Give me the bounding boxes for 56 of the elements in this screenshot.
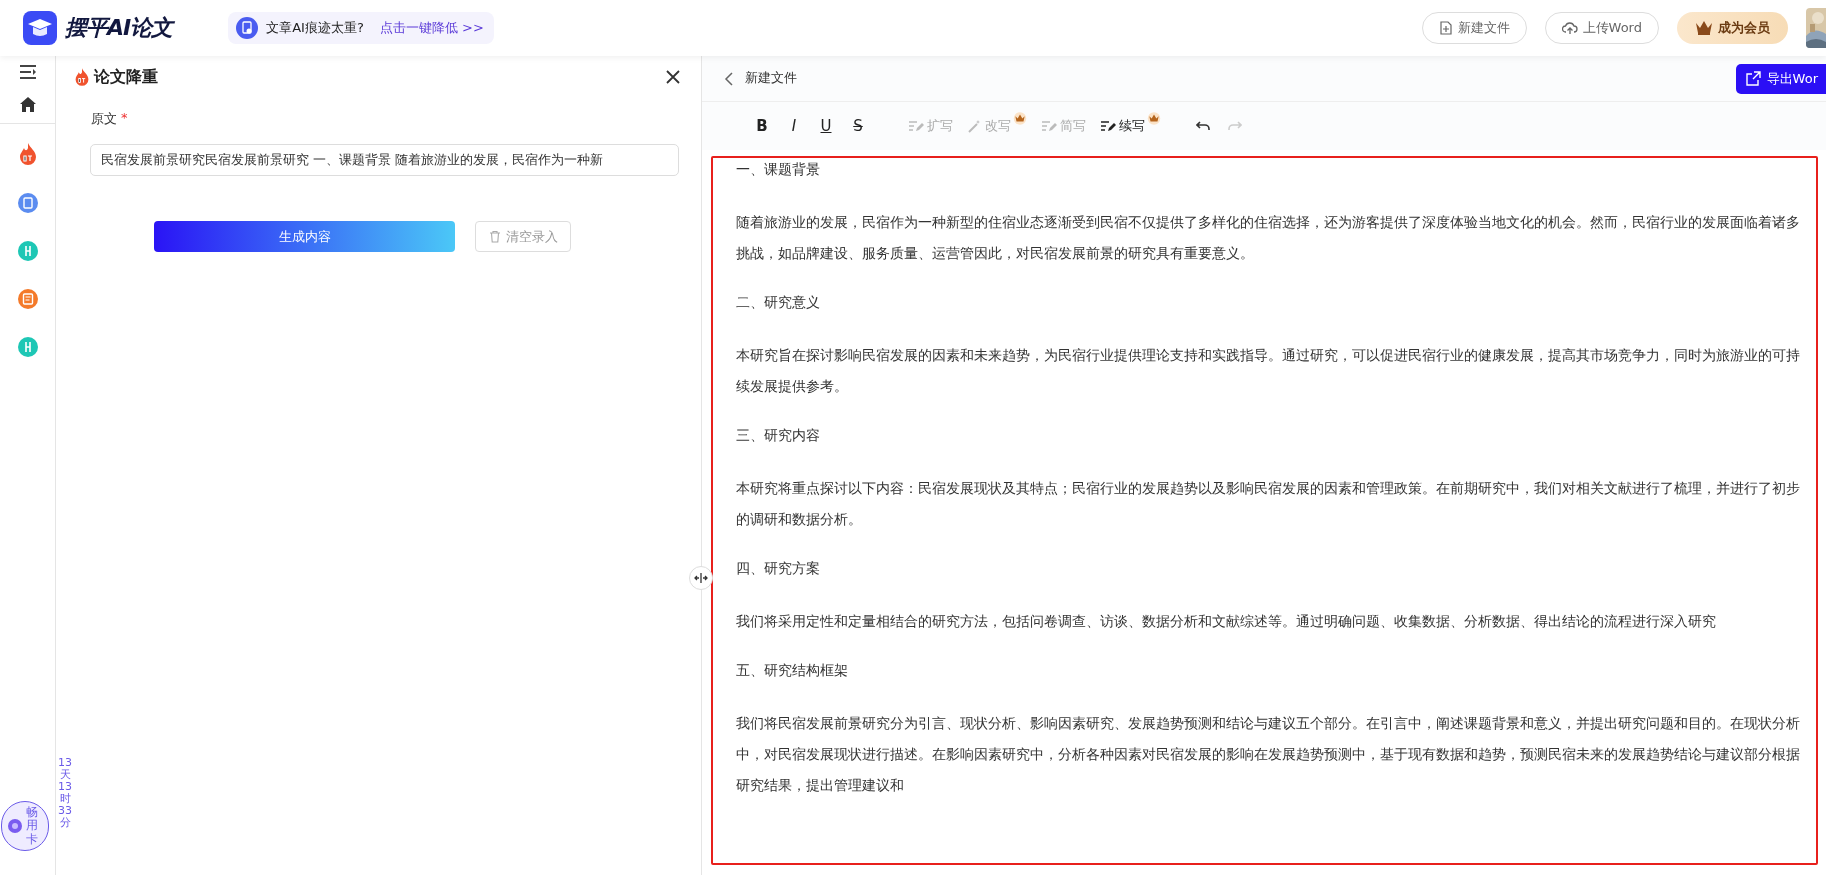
panel-title: 论文降重 [94, 66, 158, 88]
document-area[interactable] [711, 156, 1818, 865]
field-label: 原文 [91, 110, 117, 128]
fire-icon [74, 67, 90, 87]
export-icon [1745, 71, 1761, 86]
crown-icon [1695, 20, 1713, 36]
input-field[interactable]: 民宿发展前景研究民宿发展前景研究 一、课题背景 随着旅游业的发展，民宿作为一种新 [90, 144, 679, 176]
section-heading: 一、课题背景 [736, 160, 821, 179]
countdown-text: 13天13时33分 [58, 757, 72, 830]
undo-icon [1196, 121, 1210, 131]
paragraph: 我们将采用定性和定量相结合的研究方法，包括问卷调查、访谈、数据分析和文献综述等。通过明确问题、收集数据、分析数据、得出结论的流程进行深入研究 [736, 612, 1717, 631]
italic-button[interactable]: I [778, 117, 810, 135]
file-name: 新建文件 [745, 70, 797, 87]
report-icon[interactable] [16, 288, 39, 310]
paragraph: 本研究旨在探讨影响民宿发展的因素和未来趋势，为民宿行业提供理论支持和实践指导。通过研究，可以促进民宿行业的健康发展，提高其市场竞争力，同时为旅游业的可持续发展提供参考。 [736, 346, 1801, 396]
section-heading: 四、研究方案 [736, 559, 821, 578]
continue-writing-button[interactable]: 续写 [1100, 117, 1145, 135]
close-icon[interactable] [666, 70, 680, 84]
strike-button[interactable]: S [842, 117, 874, 135]
logo-icon [23, 11, 57, 45]
back-icon[interactable] [724, 71, 733, 86]
export-button[interactable]: 导出Wor [1735, 63, 1826, 94]
add-file-icon [1438, 21, 1453, 35]
paragraph: 本研究将重点探讨以下内容：民宿发展现状及其特点；民宿行业的发展趋势以及影响民宿发展的因素和管理政策。在前期研究中，我们对相关文献进行了梳理，并进行了初步的调研和数据分析。 [736, 479, 1801, 529]
resize-handle[interactable] [689, 566, 713, 590]
required-mark: * [121, 110, 128, 127]
redo-icon [1228, 121, 1242, 131]
home-icon[interactable] [18, 96, 37, 113]
promo-text: 文章AI痕迹太重? [266, 19, 364, 37]
document-icon [236, 17, 259, 39]
promo-link[interactable]: 点击一键降低 >> [379, 19, 484, 37]
badge-icon [8, 819, 22, 833]
underline-button[interactable]: U [810, 117, 842, 135]
fire-icon[interactable] [17, 142, 38, 166]
pen-icon [1100, 119, 1116, 133]
new-file-button[interactable]: 新建文件 [1421, 12, 1527, 44]
pen-icon [1041, 119, 1057, 133]
bold-button[interactable]: B [746, 117, 778, 135]
section-heading: 三、研究内容 [736, 426, 821, 445]
upload-button[interactable]: 上传Word [1544, 12, 1659, 44]
section-heading: 二、研究意义 [736, 293, 821, 312]
paragraph: 随着旅游业的发展，民宿作为一种新型的住宿业态逐渐受到民宿不仅提供了多样化的住宿选择，还为游客提供了深度体验当地文化的机会。然而，民宿行业的发展面临着诸多挑战，如品牌建设、服务质量、运营管因此，对民宿发展前景的研究具有重要意义。 [736, 213, 1801, 263]
paragraph: 我们将民宿发展前景研究分为引言、现状分析、影响因素研究、发展趋势预测和结论与建议五个部分。在引言中，阐述课题背景和意义，并提出研究问题和目的。在现状分析中，对民宿发展现状进行描述。在影响因素研究中，分析各种因素对民宿发展的影响在发展趋势预测中，基于现有数据和趋势，预测民宿未来的发展趋势结论与建议部分根据研究结果，提出管理建议和 [736, 714, 1801, 795]
pass-card[interactable]: 畅用卡 [1, 801, 49, 851]
logo-text: 摆平AI论文 [65, 14, 173, 42]
generate-button[interactable]: 生成内容 [154, 221, 455, 252]
document-icon[interactable] [16, 192, 39, 214]
resize-icon [694, 573, 708, 583]
menu-icon[interactable] [18, 64, 37, 80]
card-label: 畅用卡 [26, 806, 38, 846]
section-heading: 五、研究结构框架 [736, 661, 849, 680]
membership-button[interactable]: 成为会员 [1677, 12, 1788, 44]
cloud-upload-icon [1561, 21, 1578, 35]
trash-icon [488, 230, 501, 243]
magic-wand-icon [967, 119, 982, 133]
pen-icon [908, 119, 924, 133]
